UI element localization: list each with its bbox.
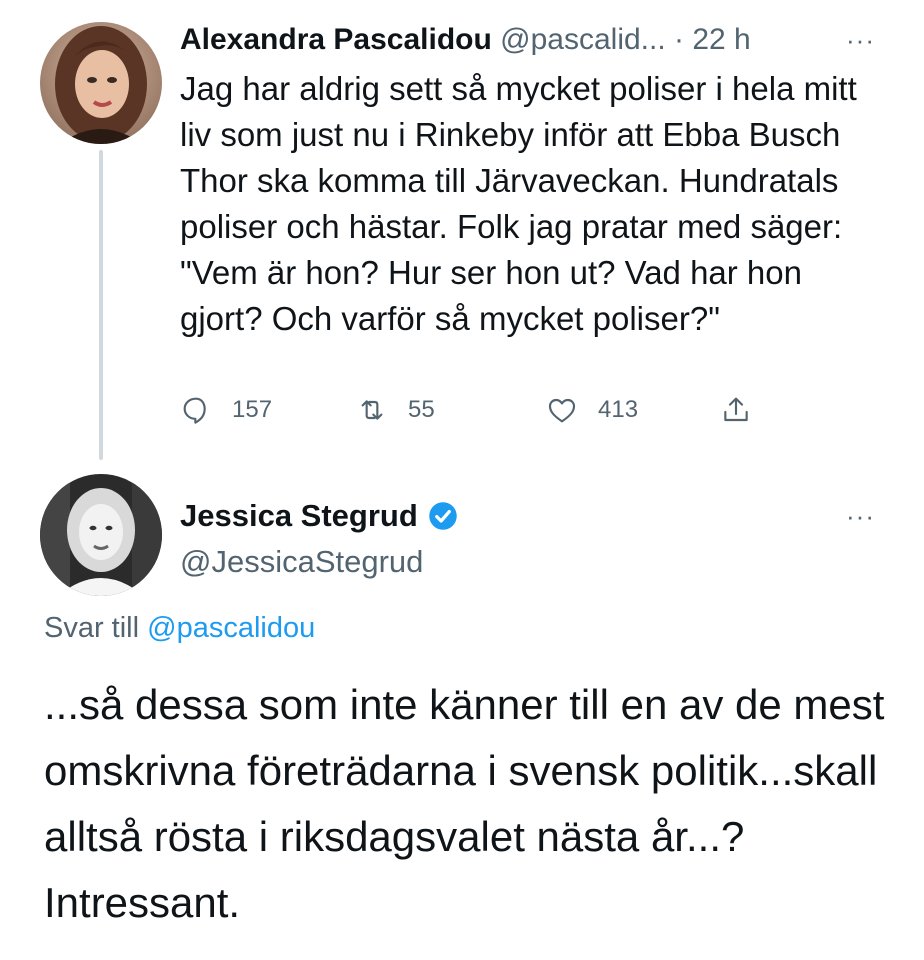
tweet1-time[interactable]: · 22 h: [674, 23, 751, 56]
tweet2-more-icon[interactable]: ···: [846, 503, 875, 529]
reply-count: 157: [232, 396, 273, 423]
replying-prefix: Svar till: [44, 612, 140, 644]
avatar-alexandra[interactable]: [40, 22, 162, 144]
avatar-jessica[interactable]: [40, 474, 162, 596]
like-count: 413: [598, 396, 639, 423]
share-icon: [724, 397, 748, 422]
retweet-button[interactable]: 55: [356, 388, 435, 432]
avatar-image: [40, 22, 162, 144]
retweet-count: 55: [408, 396, 435, 423]
tweet1-header: Alexandra Pascalidou @pascalid... · 22 h: [180, 18, 751, 62]
like-icon: [548, 398, 576, 423]
tweet1-actions: 157 55 413: [180, 388, 780, 432]
tweet2-author-name[interactable]: Jessica Stegrud: [180, 496, 418, 536]
reply-button[interactable]: 157: [180, 388, 272, 432]
retweet-icon: [361, 400, 383, 420]
tweet2-header: Jessica Stegrud @JessicaStegrud: [180, 496, 458, 582]
thread-line: [99, 150, 103, 460]
tweet1-author-handle[interactable]: @pascalid...: [500, 23, 666, 56]
share-button[interactable]: [720, 388, 772, 432]
tweet1-text: Jag har aldrig sett så mycket poliser i …: [180, 70, 857, 337]
verified-badge-icon: [429, 502, 457, 530]
tweet2-text: ...så dessa som inte känner till en av d…: [44, 681, 885, 926]
reply-icon: [183, 397, 206, 424]
replying-to: Svar till @pascalidou: [44, 612, 315, 645]
like-button[interactable]: 413: [546, 388, 638, 432]
tweet2-author-handle[interactable]: @JessicaStegrud: [180, 542, 458, 582]
replying-handle-link[interactable]: @pascalidou: [147, 612, 315, 644]
tweet1-more-icon[interactable]: ···: [846, 27, 875, 53]
tweet1-author-name[interactable]: Alexandra Pascalidou: [180, 23, 492, 56]
avatar-image: [40, 474, 162, 596]
